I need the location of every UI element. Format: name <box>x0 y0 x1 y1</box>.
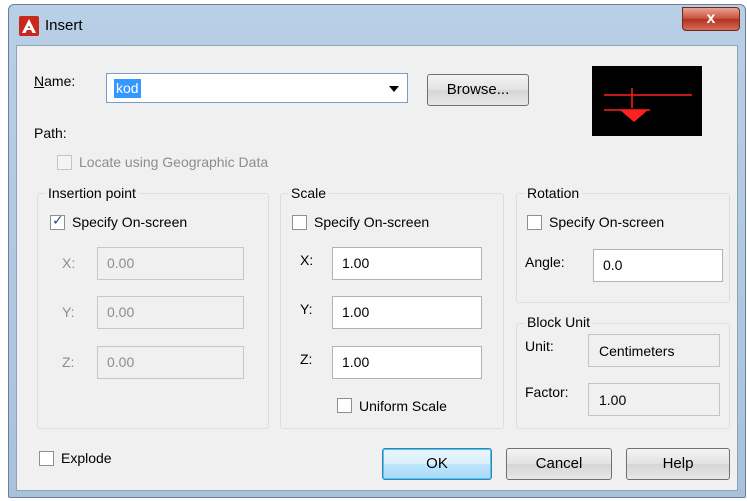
dialog-body: Name: kod Browse... Path: Locate using G… <box>16 45 738 491</box>
title-bar[interactable]: Insert x <box>9 5 745 45</box>
ok-button[interactable]: OK <box>382 448 492 480</box>
window-title: Insert <box>45 17 83 34</box>
path-label: Path: <box>34 125 67 141</box>
name-label-rest: ame: <box>44 73 76 89</box>
angle-field[interactable]: 0.0 <box>593 249 723 282</box>
factor-label: Factor: <box>525 384 569 400</box>
scale-specify-label: Specify On-screen <box>314 214 430 230</box>
insertion-point-title: Insertion point <box>45 185 139 201</box>
unit-label: Unit: <box>525 338 554 354</box>
cancel-button[interactable]: Cancel <box>506 448 612 480</box>
cancel-button-label: Cancel <box>535 455 583 472</box>
unit-value: Centimeters <box>588 334 720 367</box>
close-icon: x <box>706 10 716 27</box>
geographic-data-checkbox[interactable] <box>57 155 72 170</box>
insertion-y-field[interactable]: 0.00 <box>97 296 244 329</box>
browse-button-label: Browse... <box>446 81 510 98</box>
block-unit-title: Block Unit <box>524 314 594 330</box>
scale-x-label: X: <box>300 252 314 268</box>
help-button[interactable]: Help <box>626 448 730 480</box>
insertion-x-label: X: <box>62 255 76 271</box>
explode-checkbox[interactable] <box>39 451 54 466</box>
insertion-z-field[interactable]: 0.00 <box>97 346 244 379</box>
insertion-x-field[interactable]: 0.00 <box>97 247 244 280</box>
name-combobox[interactable]: kod <box>106 73 408 103</box>
scale-z-label: Z: <box>300 351 313 367</box>
block-preview-drawing <box>604 88 692 122</box>
autocad-app-icon <box>19 16 39 36</box>
close-button[interactable]: x <box>682 7 740 31</box>
factor-value: 1.00 <box>588 383 720 416</box>
scale-specify-checkbox[interactable] <box>292 215 307 230</box>
insertion-z-label: Z: <box>62 354 75 370</box>
help-button-label: Help <box>662 455 694 472</box>
rotation-specify-checkbox[interactable] <box>527 215 542 230</box>
geographic-data-label: Locate using Geographic Data <box>79 154 269 170</box>
explode-label: Explode <box>61 450 112 466</box>
rotation-specify-label: Specify On-screen <box>549 214 665 230</box>
block-preview <box>592 66 702 136</box>
insert-dialog: Insert x Name: kod Browse... Path: Locat… <box>8 4 746 498</box>
scale-z-field[interactable]: 1.00 <box>332 346 482 379</box>
insertion-specify-label: Specify On-screen <box>72 214 188 230</box>
scale-y-field[interactable]: 1.00 <box>332 296 482 329</box>
name-value: kod <box>114 79 141 98</box>
scale-x-field[interactable]: 1.00 <box>332 247 482 280</box>
insertion-y-label: Y: <box>62 304 75 320</box>
name-label: Name: <box>34 73 76 89</box>
ok-button-label: OK <box>426 455 448 472</box>
insertion-specify-checkbox[interactable] <box>50 213 65 230</box>
chevron-down-icon[interactable] <box>389 86 399 92</box>
scale-y-label: Y: <box>300 301 313 317</box>
rotation-group <box>516 193 730 303</box>
uniform-scale-label: Uniform Scale <box>359 398 447 414</box>
rotation-title: Rotation <box>524 185 583 201</box>
angle-label: Angle: <box>525 254 565 270</box>
scale-title: Scale <box>288 185 330 201</box>
browse-button[interactable]: Browse... <box>427 74 529 106</box>
uniform-scale-checkbox[interactable] <box>337 398 352 413</box>
